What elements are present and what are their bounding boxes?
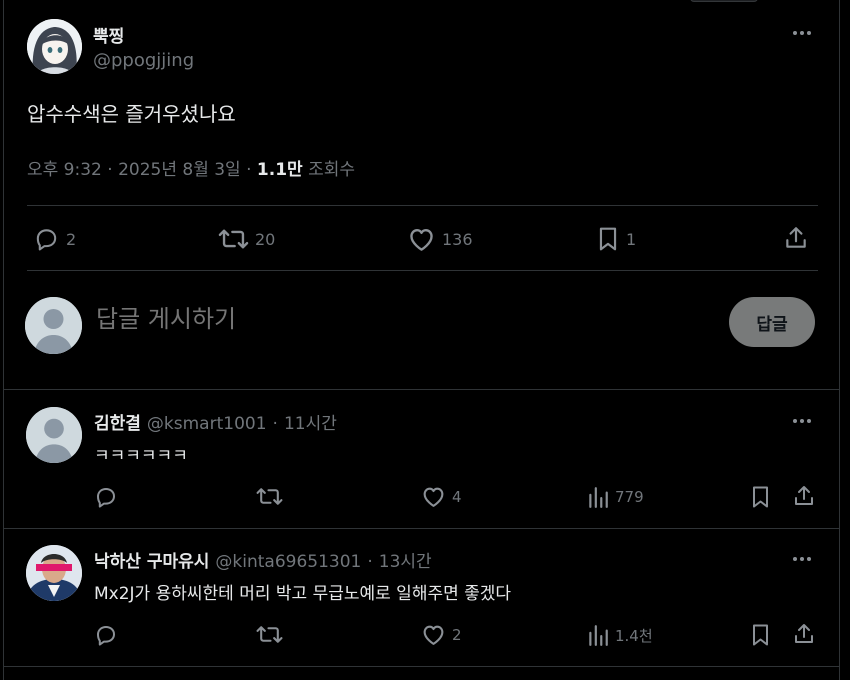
- reply-time[interactable]: 11시간: [284, 409, 337, 434]
- retweet-icon: [218, 229, 249, 249]
- separator-dot: ·: [272, 414, 278, 434]
- views-action[interactable]: 779: [587, 485, 644, 509]
- reply-avatar[interactable]: [26, 407, 82, 463]
- divider: [27, 270, 818, 271]
- reply-author-handle[interactable]: @kinta69651301: [215, 552, 361, 572]
- bookmark-icon: [753, 486, 768, 508]
- like-count: 136: [442, 229, 473, 249]
- retweet-count: 20: [255, 229, 276, 249]
- share-icon: [795, 486, 813, 505]
- speech-bubble-icon: [97, 626, 115, 646]
- bookmark-icon: [753, 624, 768, 646]
- bookmark-action[interactable]: [750, 485, 771, 509]
- retweet-action[interactable]: [256, 485, 289, 508]
- bookmark-action[interactable]: 1: [596, 226, 636, 252]
- reply-author-name[interactable]: 김한결: [94, 409, 141, 434]
- divider: [4, 389, 840, 390]
- heart-icon: [423, 487, 444, 507]
- reply-header: 김한결 @ksmart1001 · 11시간: [94, 409, 337, 434]
- bookmark-action[interactable]: [750, 623, 771, 647]
- share-icon: [795, 624, 813, 643]
- reply-avatar[interactable]: [26, 545, 82, 601]
- bar-chart-icon: [589, 625, 608, 646]
- speech-bubble-icon: [36, 229, 57, 251]
- tweet-timestamp[interactable]: 오후 9:32 · 2025년 8월 3일 ·: [27, 160, 257, 180]
- like-count: 2: [452, 625, 462, 644]
- reply-action[interactable]: [94, 623, 124, 647]
- views-label: 조회수: [308, 160, 355, 180]
- reply-time[interactable]: 13시간: [379, 547, 432, 572]
- retweet-action[interactable]: [256, 623, 289, 646]
- view-count: 779: [615, 488, 644, 506]
- reply-count: 2: [66, 229, 77, 249]
- retweet-icon: [256, 626, 283, 643]
- reply-text: ㅋㅋㅋㅋㅋㅋ: [94, 446, 188, 466]
- bookmark-icon: [599, 227, 617, 251]
- reply-author-handle[interactable]: @ksmart1001: [147, 414, 267, 434]
- reply-action[interactable]: [94, 485, 124, 509]
- view-count: 1.4천: [615, 626, 653, 645]
- retweet-action[interactable]: 20: [218, 226, 275, 252]
- top-button-edge: [690, 0, 758, 2]
- author-handle[interactable]: @ppogjjing: [93, 50, 194, 71]
- more-dots-icon[interactable]: [793, 417, 815, 425]
- bar-chart-icon: [589, 487, 608, 508]
- reply-text: Mx2J가 용하씨한테 머리 박고 무급노예로 일해주면 좋겠다: [94, 584, 512, 604]
- heart-icon: [410, 228, 433, 251]
- like-action[interactable]: 4: [421, 485, 462, 508]
- tweet-text: 압수수색은 즐거우셨나요: [27, 102, 236, 126]
- more-dots-icon[interactable]: [793, 555, 815, 563]
- tweet-meta: 오후 9:32 · 2025년 8월 3일 · 1.1만 조회수: [27, 155, 355, 180]
- share-action[interactable]: [783, 225, 809, 251]
- reply-author-name[interactable]: 낙하산 구마유시: [94, 547, 209, 572]
- reply-input[interactable]: [96, 305, 616, 333]
- like-action[interactable]: 136: [407, 226, 473, 252]
- share-action[interactable]: [792, 484, 816, 508]
- like-count: 4: [452, 487, 462, 506]
- divider: [4, 528, 840, 529]
- author-name[interactable]: 뿍찡: [93, 22, 124, 47]
- share-action[interactable]: [792, 622, 816, 646]
- reply-action[interactable]: 2: [33, 226, 76, 252]
- retweet-icon: [256, 488, 283, 505]
- views-count: 1.1만: [256, 160, 303, 180]
- heart-icon: [423, 625, 444, 645]
- user-avatar[interactable]: [25, 297, 82, 354]
- divider: [27, 205, 818, 206]
- speech-bubble-icon: [97, 488, 115, 508]
- like-action[interactable]: 2: [421, 623, 462, 646]
- divider: [4, 666, 840, 667]
- reply-header: 낙하산 구마유시 @kinta69651301 · 13시간: [94, 547, 432, 572]
- more-dots-icon[interactable]: [793, 29, 815, 37]
- views-action[interactable]: 1.4천: [587, 623, 653, 647]
- separator-dot: ·: [367, 552, 373, 572]
- author-avatar[interactable]: [27, 19, 82, 74]
- reply-submit-button[interactable]: 답글: [729, 297, 815, 347]
- share-icon: [786, 227, 806, 248]
- bookmark-count: 1: [626, 229, 637, 249]
